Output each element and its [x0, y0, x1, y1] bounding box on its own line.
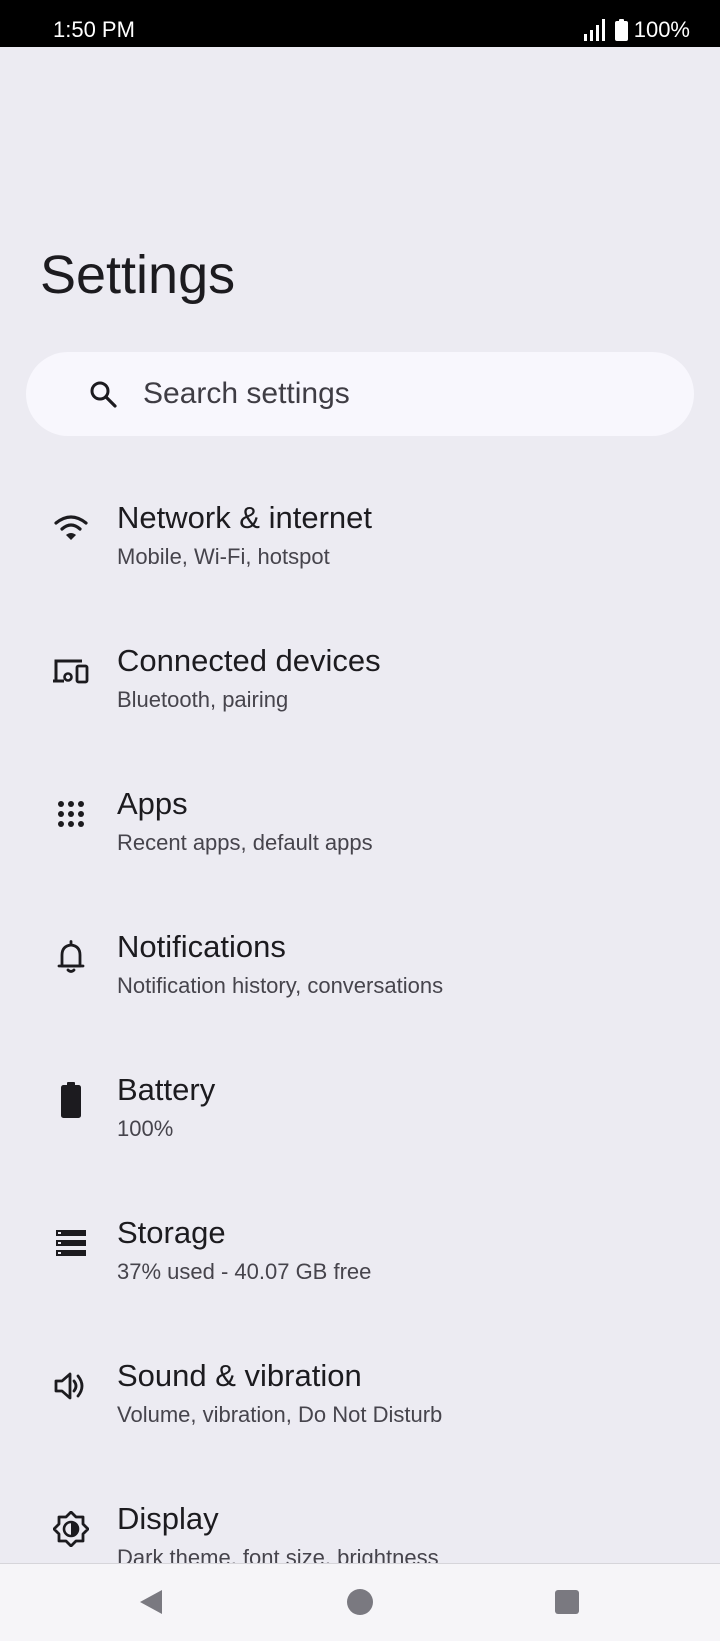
- devices-icon: [51, 651, 91, 691]
- navigation-bar: [0, 1563, 720, 1641]
- display-brightness-icon: [51, 1509, 91, 1549]
- status-bar: 1:50 PM 100%: [0, 0, 720, 47]
- recents-icon[interactable]: [545, 1580, 589, 1624]
- settings-list: Network & internet Mobile, Wi-Fi, hotspo…: [0, 482, 720, 1626]
- settings-item-subtitle: Notification history, conversations: [117, 973, 444, 998]
- search-bar[interactable]: [26, 352, 694, 436]
- volume-icon: [51, 1366, 91, 1406]
- settings-item-subtitle: 37% used - 40.07 GB free: [117, 1259, 372, 1284]
- home-icon[interactable]: [338, 1580, 382, 1624]
- search-input[interactable]: [143, 374, 643, 414]
- settings-item-title: Connected devices: [117, 643, 381, 678]
- storage-icon: [51, 1223, 91, 1263]
- settings-item-network[interactable]: Network & internet Mobile, Wi-Fi, hotspo…: [0, 482, 720, 625]
- status-icons: 100%: [583, 16, 690, 44]
- settings-item-apps[interactable]: Apps Recent apps, default apps: [0, 768, 720, 911]
- settings-item-sound[interactable]: Sound & vibration Volume, vibration, Do …: [0, 1340, 720, 1483]
- settings-item-title: Storage: [117, 1215, 226, 1250]
- battery-icon: [614, 19, 628, 41]
- search-icon: [90, 381, 117, 408]
- battery-percent: 100%: [633, 17, 690, 42]
- settings-item-subtitle: Bluetooth, pairing: [117, 687, 289, 712]
- back-icon[interactable]: [129, 1580, 173, 1624]
- page-title: Settings: [40, 245, 236, 305]
- settings-item-battery[interactable]: Battery 100%: [0, 1054, 720, 1197]
- settings-item-storage[interactable]: Storage 37% used - 40.07 GB free: [0, 1197, 720, 1340]
- battery-icon: [51, 1080, 91, 1120]
- signal-icon: [583, 19, 605, 41]
- settings-item-title: Notifications: [117, 929, 286, 964]
- settings-item-subtitle: Volume, vibration, Do Not Disturb: [117, 1402, 443, 1427]
- settings-item-title: Battery: [117, 1072, 216, 1107]
- wifi-icon: [51, 508, 91, 548]
- settings-item-title: Sound & vibration: [117, 1358, 362, 1393]
- settings-item-title: Network & internet: [117, 500, 372, 535]
- settings-item-subtitle: 100%: [117, 1116, 174, 1141]
- settings-item-connected-devices[interactable]: Connected devices Bluetooth, pairing: [0, 625, 720, 768]
- settings-item-subtitle: Mobile, Wi-Fi, hotspot: [117, 544, 330, 569]
- settings-item-title: Apps: [117, 786, 188, 821]
- settings-item-notifications[interactable]: Notifications Notification history, conv…: [0, 911, 720, 1054]
- settings-item-subtitle: Recent apps, default apps: [117, 830, 373, 855]
- bell-icon: [51, 937, 91, 977]
- apps-grid-icon: [51, 794, 91, 834]
- status-time: 1:50 PM: [53, 17, 135, 42]
- settings-item-title: Display: [117, 1501, 219, 1536]
